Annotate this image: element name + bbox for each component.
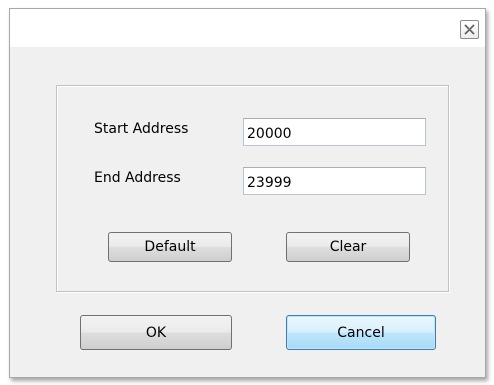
address-group-box: Start Address End Address Default Clear [56,85,449,292]
end-address-label: End Address [94,170,181,186]
end-address-input[interactable] [243,167,426,195]
start-address-label: Start Address [94,121,189,137]
cancel-button[interactable]: Cancel [286,315,436,350]
title-bar [10,9,485,47]
ok-button[interactable]: OK [80,315,232,350]
close-icon [464,24,475,35]
default-button[interactable]: Default [108,232,232,262]
clear-button[interactable]: Clear [286,232,410,262]
close-button[interactable] [460,20,479,39]
start-address-input[interactable] [243,118,426,146]
address-range-dialog: Start Address End Address Default Clear … [9,8,486,378]
